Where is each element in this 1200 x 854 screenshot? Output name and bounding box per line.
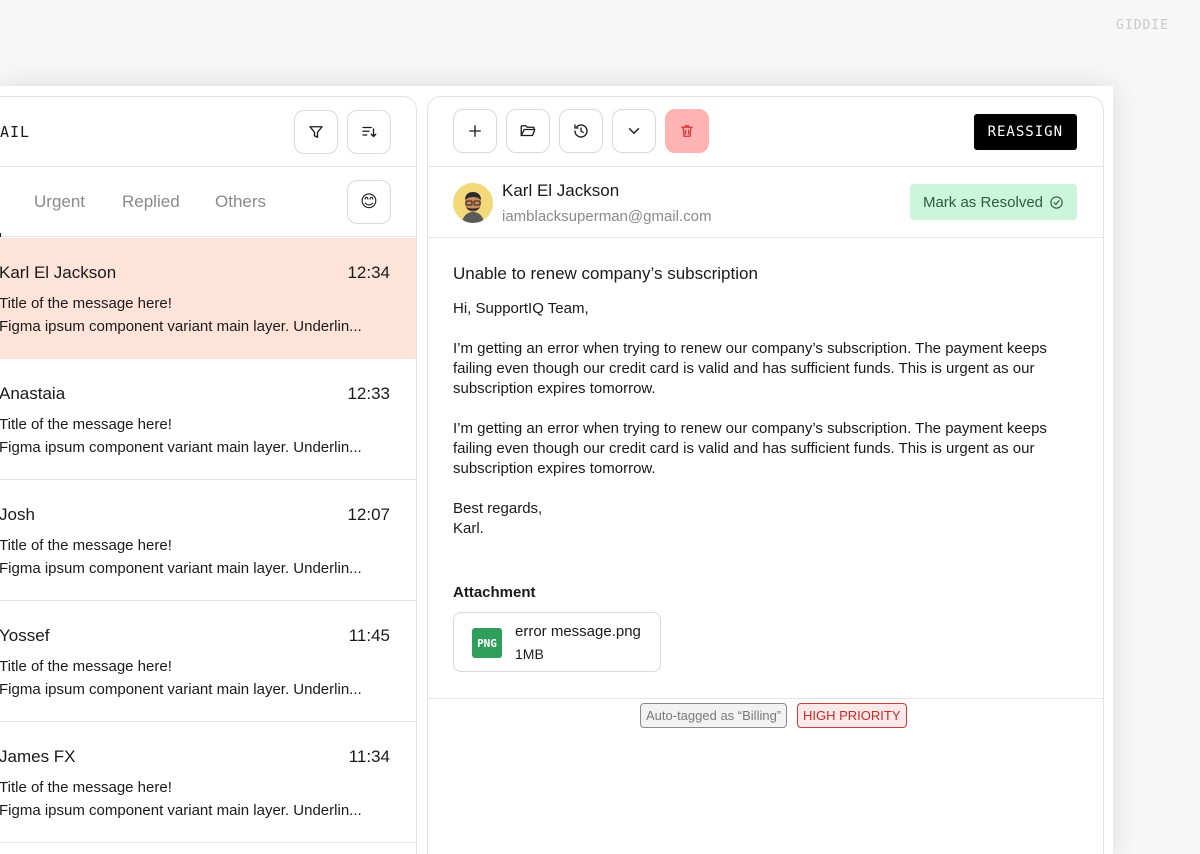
- app-window: AIL Urgent Replied Others 😊 Karl El Jack…: [0, 86, 1113, 854]
- tab-others[interactable]: Others: [215, 192, 266, 212]
- message-preview: Figma ipsum component variant main layer…: [0, 560, 362, 577]
- more-options-button[interactable]: [612, 109, 656, 153]
- list-item[interactable]: Karl El Jackson 12:34 Title of the messa…: [0, 238, 416, 359]
- history-icon: [574, 124, 588, 138]
- message-time: 12:34: [347, 263, 390, 282]
- new-button[interactable]: [453, 109, 497, 153]
- avatar: [453, 183, 493, 223]
- inbox-title: AIL: [0, 123, 31, 141]
- tab-urgent[interactable]: Urgent: [34, 192, 85, 212]
- sender-name: Yossef: [0, 626, 50, 645]
- mark-as-resolved-button[interactable]: Mark as Resolved: [909, 184, 1077, 220]
- emoji-button[interactable]: 😊: [347, 180, 391, 224]
- sender-header: Karl El Jackson iamblacksuperman@gmail.c…: [428, 167, 1103, 238]
- auto-tag-badge: Auto-tagged as “Billing”: [640, 703, 788, 728]
- move-to-folder-button[interactable]: [506, 109, 550, 153]
- history-button[interactable]: [559, 109, 603, 153]
- plus-icon: [469, 125, 481, 137]
- tab-replied[interactable]: Replied: [122, 192, 180, 212]
- sender-name: Josh: [0, 505, 35, 524]
- priority-badge: HIGH PRIORITY: [797, 703, 907, 728]
- trash-icon: [681, 125, 693, 137]
- message-preview: Figma ipsum component variant main layer…: [0, 439, 362, 456]
- delete-button[interactable]: [665, 109, 709, 153]
- message-time: 12:33: [347, 384, 390, 403]
- message-subject: Unable to renew company’s subscription: [453, 264, 758, 283]
- attachment-card[interactable]: PNG error message.png 1MB: [453, 612, 661, 672]
- message-body: Unable to renew company’s subscription H…: [453, 264, 1078, 559]
- message-preview: Figma ipsum component variant main layer…: [0, 318, 362, 335]
- tags-divider: [428, 698, 1103, 699]
- message-greeting: Hi, SupportIQ Team,: [453, 300, 589, 317]
- list-item[interactable]: Anastaia 12:33 Title of the message here…: [0, 359, 416, 480]
- sender-name: Anastaia: [0, 384, 66, 403]
- list-item[interactable]: James FX 11:34 Title of the message here…: [0, 722, 416, 843]
- inbox-panel: AIL Urgent Replied Others 😊 Karl El Jack…: [0, 96, 417, 854]
- message-time: 11:34: [348, 747, 390, 766]
- message-toolbar: REASSIGN: [428, 97, 1103, 167]
- attachment-name: error message.png: [515, 623, 641, 640]
- sender-name: Karl El Jackson: [502, 181, 620, 200]
- message-title: Title of the message here!: [0, 416, 172, 433]
- resolve-label: Mark as Resolved: [922, 193, 1043, 211]
- sort-button[interactable]: [347, 110, 391, 154]
- sender-name: James FX: [0, 747, 76, 766]
- reassign-button[interactable]: REASSIGN: [973, 114, 1077, 150]
- inbox-tabs: Urgent Replied Others 😊: [0, 167, 416, 237]
- message-paragraph: I’m getting an error when trying to rene…: [453, 420, 1047, 477]
- message-time: 11:45: [348, 626, 390, 645]
- message-preview: Figma ipsum component variant main layer…: [0, 802, 362, 819]
- chevron-down-icon: [628, 128, 640, 135]
- list-item[interactable]: Yossef 11:45 Title of the message here! …: [0, 601, 416, 722]
- filter-icon: [309, 126, 323, 138]
- message-title: Title of the message here!: [0, 779, 172, 796]
- message-paragraph: I’m getting an error when trying to rene…: [453, 340, 1047, 397]
- message-title: Title of the message here!: [0, 295, 172, 312]
- sender-email: iamblacksuperman@gmail.com: [502, 208, 712, 225]
- message-title: Title of the message here!: [0, 658, 172, 675]
- brand-logo: GIDDIE: [1116, 18, 1169, 33]
- message-signature: Karl.: [453, 520, 484, 537]
- sort-icon: [362, 126, 377, 138]
- png-file-icon: PNG: [472, 628, 502, 658]
- sender-name: Karl El Jackson: [0, 263, 117, 282]
- inbox-header: AIL: [0, 97, 416, 167]
- folder-open-icon: [520, 125, 536, 137]
- filter-button[interactable]: [294, 110, 338, 154]
- message-title: Title of the message here!: [0, 537, 172, 554]
- active-tab-indicator: [0, 233, 1, 237]
- message-preview: Figma ipsum component variant main layer…: [0, 681, 362, 698]
- message-signoff: Best regards,: [453, 500, 543, 517]
- attachment-label: Attachment: [453, 584, 536, 601]
- message-time: 12:07: [347, 505, 390, 524]
- list-item[interactable]: Josh 12:07 Title of the message here! Fi…: [0, 480, 416, 601]
- check-circle-icon: [1050, 195, 1063, 209]
- attachment-size: 1MB: [515, 646, 544, 662]
- message-panel: REASSIGN Karl El Jackson iamblacksuperma…: [427, 96, 1104, 854]
